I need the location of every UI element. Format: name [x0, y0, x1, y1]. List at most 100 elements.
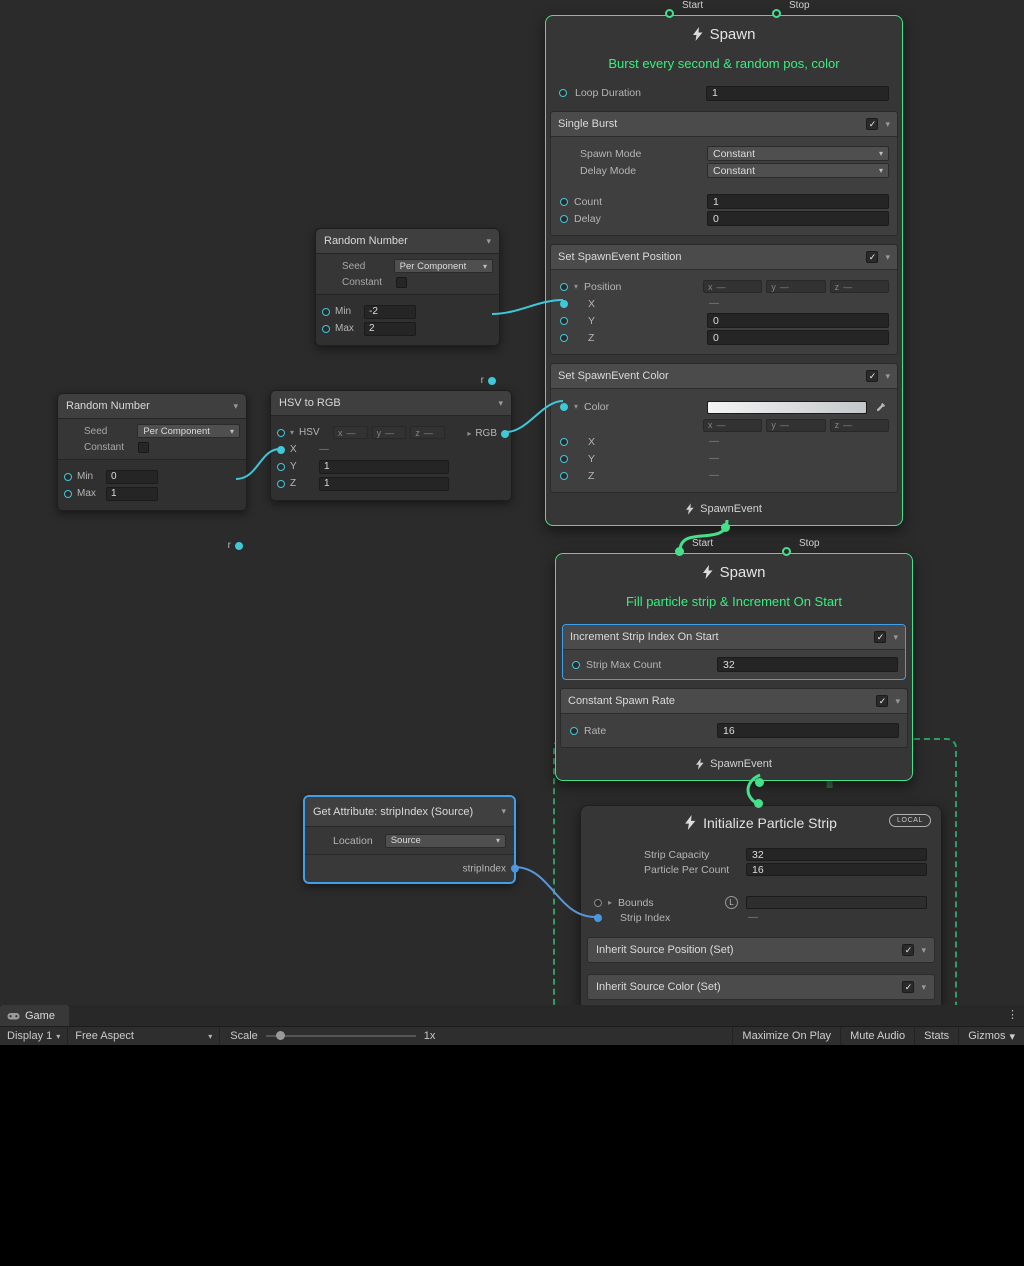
spawnevent-output-port[interactable]	[755, 778, 764, 787]
enabled-checkbox[interactable]: ✓	[866, 118, 878, 130]
chevron-down-icon[interactable]: ▾	[895, 696, 900, 707]
count-field[interactable]: 1	[707, 194, 889, 209]
count-port[interactable]	[560, 198, 568, 206]
strip-max-count-field[interactable]: 32	[717, 657, 898, 672]
rate-port[interactable]	[570, 727, 578, 735]
flow-input-port[interactable]	[754, 799, 763, 808]
node-title-bar[interactable]: Get Attribute: stripIndex (Source) ▾	[305, 797, 514, 827]
spawn-mode-dropdown[interactable]: Constant ▾	[707, 146, 889, 161]
enabled-checkbox[interactable]: ✓	[874, 631, 886, 643]
delay-port[interactable]	[560, 215, 568, 223]
vfx-graph-canvas[interactable]: Particle Strip Random Number ▾ Seed Per …	[0, 0, 1024, 1005]
z-field[interactable]: 0	[707, 330, 889, 345]
loop-duration-port[interactable]	[559, 89, 567, 97]
enabled-checkbox[interactable]: ✓	[866, 370, 878, 382]
single-burst-block[interactable]: Single Burst ✓ ▾ Spawn Mode Constant ▾ D…	[550, 111, 898, 236]
max-port[interactable]	[322, 325, 330, 333]
block-header[interactable]: Increment Strip Index On Start ✓ ▾	[563, 625, 905, 650]
z-slot[interactable]: z—	[830, 419, 889, 432]
node-title-bar[interactable]: Random Number ▾	[316, 229, 499, 254]
aspect-dropdown[interactable]: Free Aspect ▾	[68, 1027, 220, 1045]
location-dropdown[interactable]: Source ▾	[385, 834, 506, 848]
hsv-port[interactable]	[277, 429, 285, 437]
min-field[interactable]: -2	[364, 305, 416, 319]
seed-dropdown[interactable]: Per Component ▾	[137, 424, 240, 438]
bounds-port[interactable]	[594, 899, 602, 907]
z-port[interactable]	[277, 480, 285, 488]
constant-checkbox[interactable]	[138, 442, 149, 453]
inherit-source-position-block[interactable]: Inherit Source Position (Set) ✓ ▾	[587, 937, 935, 963]
position-z-port[interactable]	[560, 334, 568, 342]
position-y-port[interactable]	[560, 317, 568, 325]
x-slot[interactable]: x—	[333, 426, 368, 439]
fold-open-icon[interactable]: ▾	[290, 429, 294, 437]
stripindex-output-port[interactable]	[511, 865, 519, 873]
spawnevent-output-port[interactable]	[721, 523, 730, 532]
tab-game[interactable]: Game	[0, 1005, 69, 1026]
chevron-down-icon[interactable]: ▾	[921, 945, 926, 956]
node-title-bar[interactable]: Random Number ▾	[58, 394, 246, 419]
chevron-down-icon[interactable]: ▾	[885, 252, 890, 263]
color-port[interactable]	[560, 403, 568, 411]
enabled-checkbox[interactable]: ✓	[876, 695, 888, 707]
scale-slider-knob[interactable]	[276, 1031, 285, 1040]
hsv-to-rgb-node[interactable]: HSV to RGB ▾ ▾ HSV x— y— z— ▸ RGB	[270, 390, 512, 501]
maximize-on-play-button[interactable]: Maximize On Play	[732, 1027, 840, 1045]
chevron-down-icon[interactable]: ▾	[486, 236, 491, 247]
max-field[interactable]: 2	[364, 322, 416, 336]
min-port[interactable]	[64, 473, 72, 481]
z-slot[interactable]: z—	[410, 426, 445, 439]
flow-stop-port[interactable]	[782, 547, 791, 556]
enabled-checkbox[interactable]: ✓	[866, 251, 878, 263]
y-slot[interactable]: y—	[372, 426, 407, 439]
fold-open-icon[interactable]: ▾	[574, 283, 578, 291]
inherit-source-color-block[interactable]: Inherit Source Color (Set) ✓ ▾	[587, 974, 935, 1000]
set-spawnevent-position-block[interactable]: Set SpawnEvent Position ✓ ▾ ▾ Position x…	[550, 244, 898, 355]
y-slot[interactable]: y—	[766, 419, 825, 432]
set-spawnevent-color-block[interactable]: Set SpawnEvent Color ✓ ▾ ▾ Color	[550, 363, 898, 493]
display-dropdown[interactable]: Display 1 ▾	[0, 1027, 68, 1045]
constant-spawn-rate-block[interactable]: Constant Spawn Rate ✓ ▾ Rate 16	[560, 688, 908, 748]
color-z-port[interactable]	[560, 472, 568, 480]
fold-closed-icon[interactable]: ▸	[608, 899, 612, 907]
particle-per-count-field[interactable]: 16	[746, 863, 927, 876]
color-x-port[interactable]	[560, 438, 568, 446]
flow-start-port[interactable]	[665, 9, 674, 18]
local-space-icon[interactable]: L	[725, 896, 738, 909]
chevron-down-icon[interactable]: ▾	[501, 806, 506, 817]
get-attribute-stripindex-node[interactable]: Get Attribute: stripIndex (Source) ▾ Loc…	[303, 795, 516, 884]
y-field[interactable]: 1	[319, 460, 449, 474]
max-port[interactable]	[64, 490, 72, 498]
block-header[interactable]: Single Burst ✓ ▾	[551, 112, 897, 137]
flow-stop-port[interactable]	[772, 9, 781, 18]
random-output-port[interactable]	[488, 377, 496, 385]
enabled-checkbox[interactable]: ✓	[902, 944, 914, 956]
stats-button[interactable]: Stats	[914, 1027, 958, 1045]
delay-mode-dropdown[interactable]: Constant ▾	[707, 163, 889, 178]
chevron-down-icon[interactable]: ▾	[885, 119, 890, 130]
x-slot[interactable]: x—	[703, 280, 762, 293]
random-output-port[interactable]	[235, 542, 243, 550]
increment-strip-index-block[interactable]: Increment Strip Index On Start ✓ ▾ Strip…	[562, 624, 906, 680]
initialize-particle-strip-node[interactable]: Initialize Particle Strip LOCAL Strip Ca…	[580, 805, 942, 1005]
block-header[interactable]: Set SpawnEvent Position ✓ ▾	[551, 245, 897, 270]
node-title-bar[interactable]: HSV to RGB ▾	[271, 391, 511, 416]
kebab-menu-icon[interactable]: ⋮	[1007, 1008, 1018, 1021]
block-header[interactable]: Constant Spawn Rate ✓ ▾	[561, 689, 907, 714]
flow-start-port[interactable]	[675, 547, 684, 556]
x-port[interactable]	[277, 446, 285, 454]
y-port[interactable]	[277, 463, 285, 471]
mute-audio-button[interactable]: Mute Audio	[840, 1027, 914, 1045]
z-field[interactable]: 1	[319, 477, 449, 491]
loop-duration-field[interactable]: 1	[706, 86, 889, 101]
chevron-down-icon[interactable]: ▾	[885, 371, 890, 382]
enabled-checkbox[interactable]: ✓	[902, 981, 914, 993]
position-x-port[interactable]	[560, 300, 568, 308]
z-slot[interactable]: z—	[830, 280, 889, 293]
rate-field[interactable]: 16	[717, 723, 899, 738]
chevron-down-icon[interactable]: ▾	[233, 401, 238, 412]
strip-index-port[interactable]	[594, 914, 602, 922]
strip-max-count-port[interactable]	[572, 661, 580, 669]
y-slot[interactable]: y—	[766, 280, 825, 293]
delay-field[interactable]: 0	[707, 211, 889, 226]
